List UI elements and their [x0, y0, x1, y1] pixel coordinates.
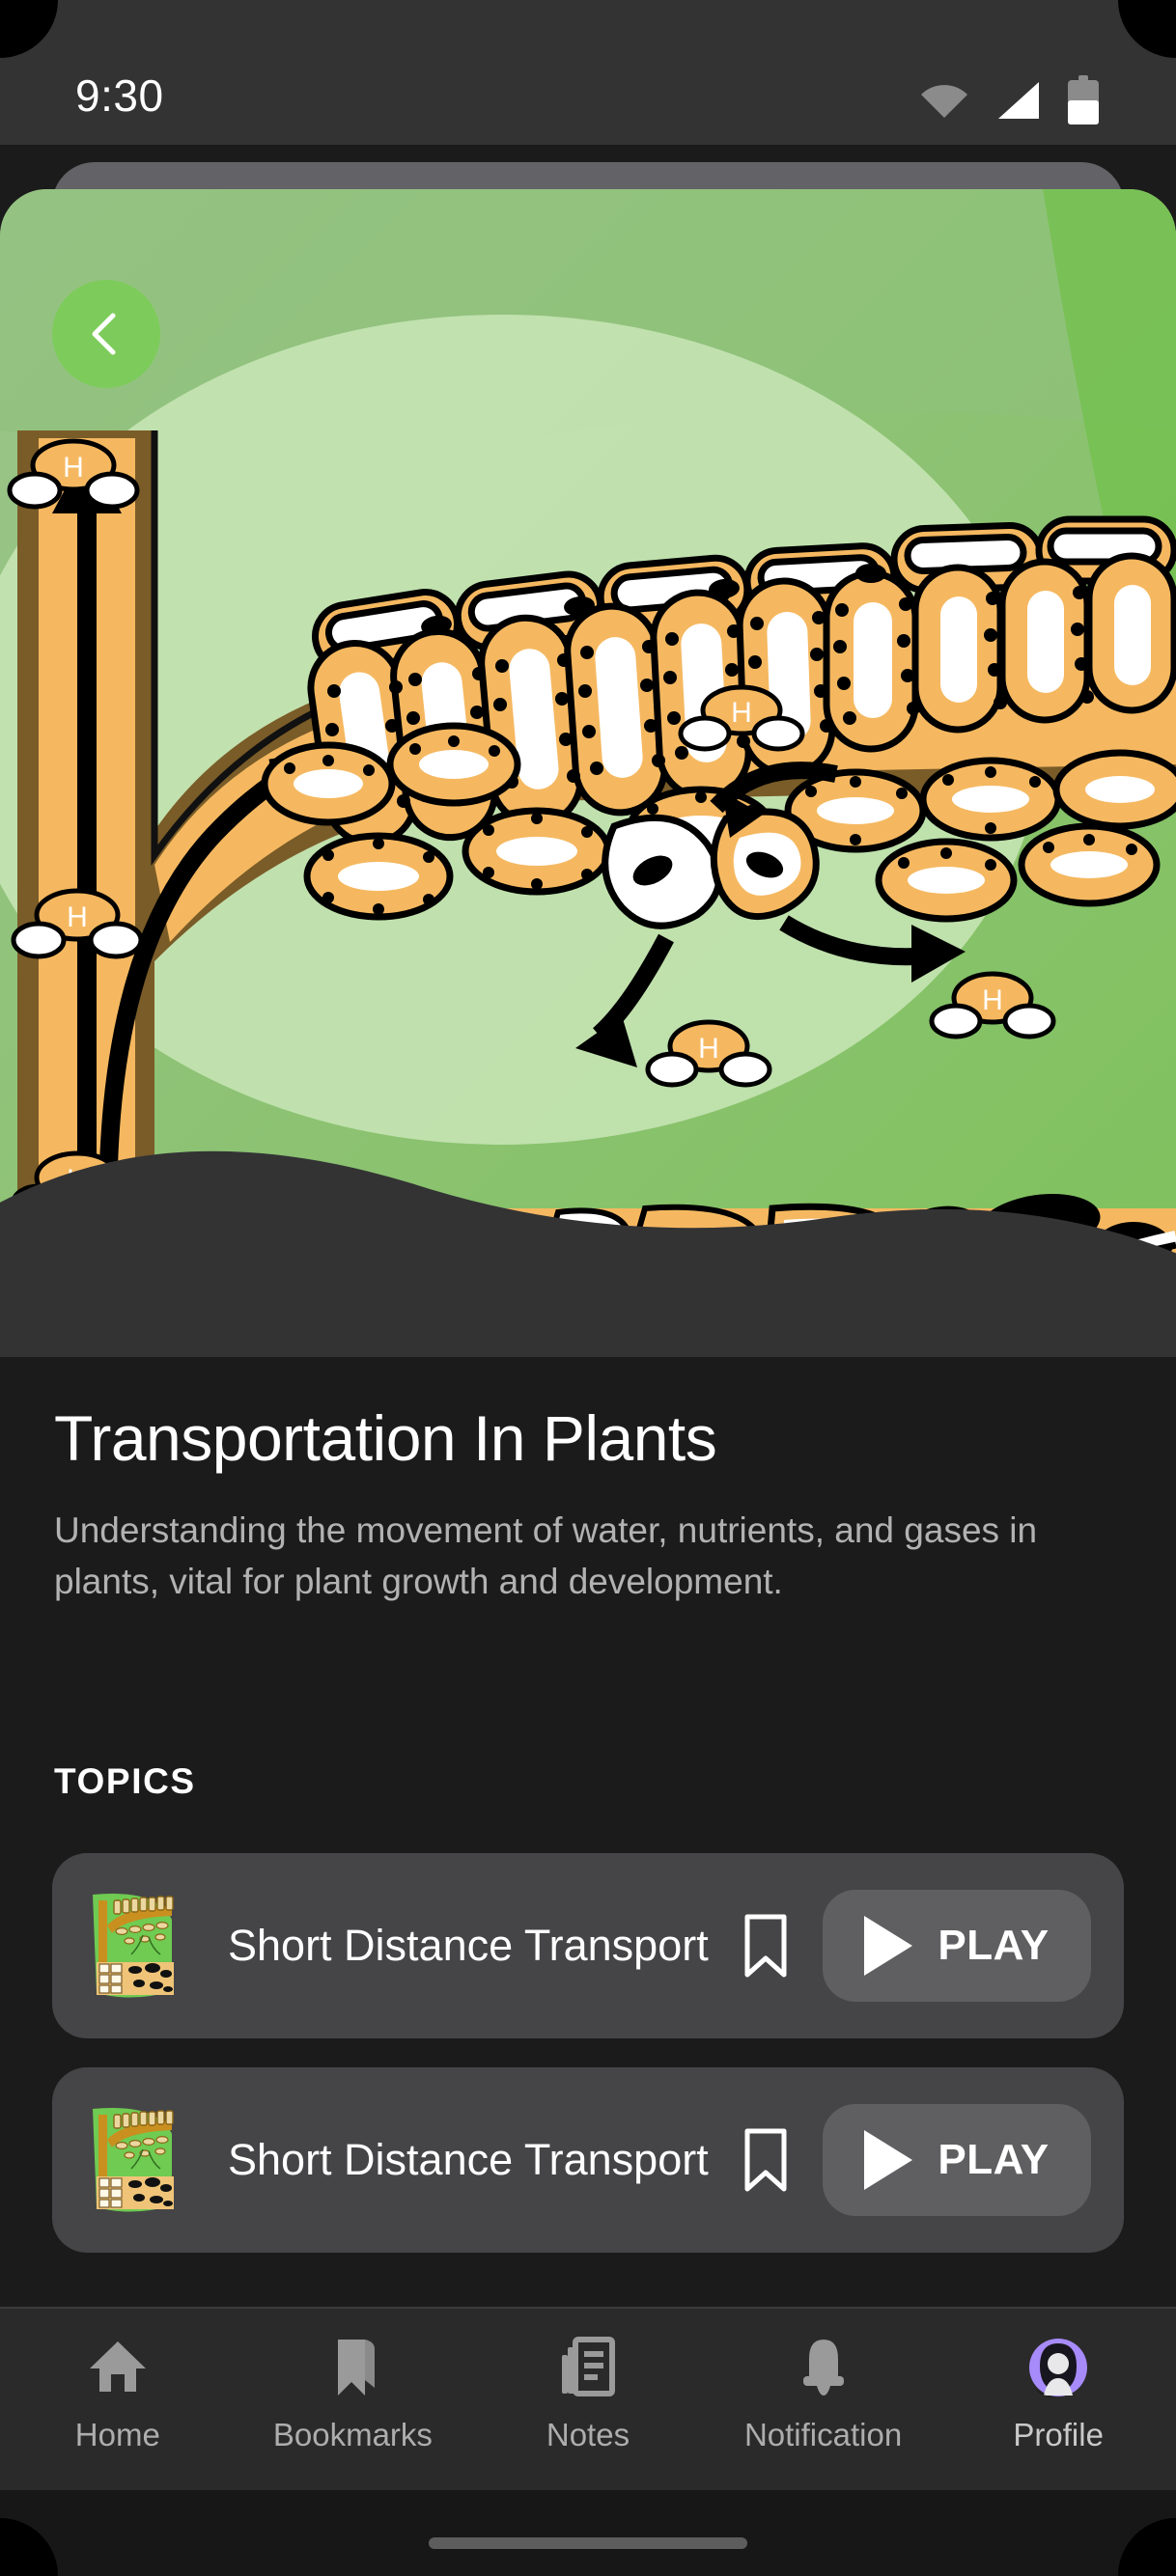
molecule-label: H [63, 452, 84, 484]
nav-item-bookmarks[interactable]: Bookmarks [236, 2309, 471, 2490]
back-button[interactable] [52, 280, 160, 388]
list-item[interactable]: Short Distance Transport PLAY [52, 2067, 1124, 2253]
notes-icon [552, 2330, 624, 2405]
status-bar: 9:30 [0, 0, 1176, 145]
nav-label: Home [74, 2417, 160, 2452]
detail-text-block: Transportation In Plants Understanding t… [0, 1402, 1176, 1607]
battery-icon [1066, 75, 1101, 125]
wifi-icon [919, 81, 969, 120]
svg-text:H: H [731, 697, 752, 729]
home-icon [82, 2330, 154, 2405]
home-gesture-bar[interactable] [0, 2490, 1176, 2576]
nav-item-home[interactable]: Home [0, 2309, 236, 2490]
nav-label: Profile [1013, 2417, 1104, 2452]
avatar-icon [1022, 2330, 1094, 2405]
bookmark-outline-icon [744, 2128, 787, 2192]
status-icons [919, 75, 1101, 125]
svg-text:H: H [67, 901, 88, 933]
page-title: Transportation In Plants [54, 1402, 717, 1474]
cellular-signal-icon [994, 80, 1041, 121]
nav-item-notes[interactable]: Notes [470, 2309, 706, 2490]
topic-thumbnail [83, 2101, 183, 2219]
hero-wave-mask [0, 1150, 1176, 1357]
bookmark-button[interactable] [736, 2116, 796, 2204]
play-button[interactable]: PLAY [823, 1890, 1091, 2002]
topics-section-label: TOPICS [54, 1761, 196, 1801]
nav-item-profile[interactable]: Profile [940, 2309, 1176, 2490]
bookmark-button[interactable] [736, 1901, 796, 1990]
list-item[interactable]: Short Distance Transport PLAY [52, 1853, 1124, 2038]
nav-label: Notification [743, 2417, 903, 2452]
nav-item-notification[interactable]: Notification [706, 2309, 941, 2490]
page-description: Understanding the movement of water, nut… [54, 1510, 1038, 1601]
svg-text:H: H [698, 1033, 719, 1065]
bookmark-icon [317, 2330, 388, 2405]
topic-title: Short Distance Transport [228, 2135, 709, 2184]
topics-list: Short Distance Transport PLAY Short Dist… [52, 1853, 1124, 2253]
hero-illustration: H H H H H H [0, 189, 1176, 1357]
play-label: PLAY [938, 2136, 1050, 2183]
nav-label: Notes [546, 2417, 630, 2452]
bell-icon [788, 2330, 859, 2405]
phone-screen: 9:30 H H H H H Transportation In Plants … [0, 0, 1176, 2576]
gesture-pill [429, 2537, 747, 2549]
nav-label: Bookmarks [272, 2417, 433, 2452]
topic-thumbnail [83, 1887, 183, 2005]
play-triangle-icon [864, 2130, 913, 2190]
play-button[interactable]: PLAY [823, 2104, 1091, 2216]
svg-text:H: H [982, 984, 1003, 1016]
status-clock: 9:30 [75, 70, 164, 121]
play-triangle-icon [864, 1916, 913, 1976]
chevron-left-icon [92, 313, 116, 355]
topic-title: Short Distance Transport [228, 1921, 709, 1970]
bottom-navigation: Home Bookmarks Notes Notification Profil… [0, 2307, 1176, 2490]
bookmark-outline-icon [744, 1914, 787, 1978]
play-label: PLAY [938, 1922, 1050, 1969]
